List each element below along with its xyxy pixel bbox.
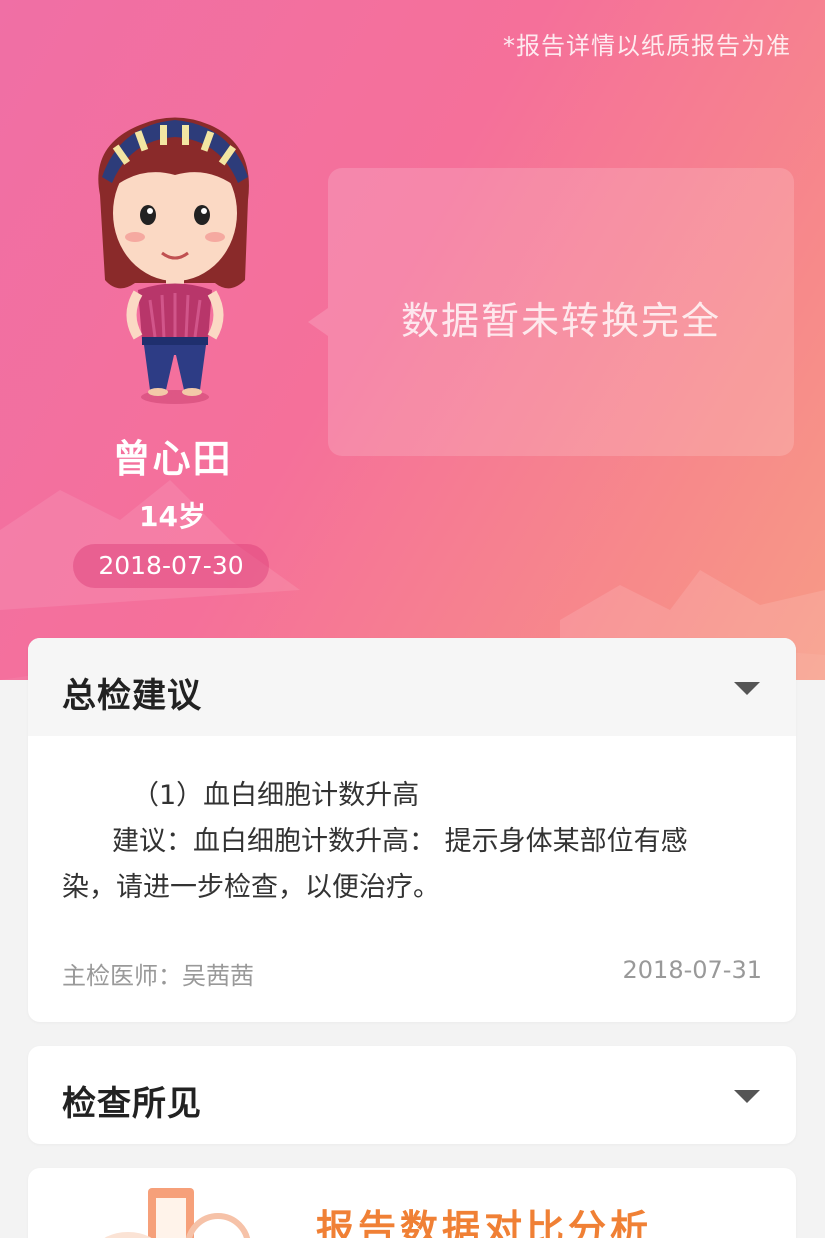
finding-advice-line: 建议：血白细胞计数升高： 提示身体某部位有感	[112, 826, 688, 857]
summary-advice-title: 总检建议	[62, 676, 202, 716]
chevron-down-icon[interactable]	[734, 1090, 760, 1103]
status-bubble: 数据暂未转换完全	[308, 168, 794, 456]
profile-header: *报告详情以纸质报告为准 曾心田 14岁 2018-07-30 数据暂未转换完全	[0, 0, 825, 680]
chevron-down-icon[interactable]	[734, 682, 760, 695]
girl-avatar-icon	[98, 117, 249, 404]
advice-date: 2018-07-31	[622, 956, 762, 984]
paper-report-notice: *报告详情以纸质报告为准	[503, 32, 791, 60]
report-comparison-card[interactable]: 报告数据对比分析	[28, 1168, 796, 1238]
patient-name: 曾心田	[112, 437, 233, 481]
report-page: *报告详情以纸质报告为准 曾心田 14岁 2018-07-30 数据暂未转换完全…	[0, 0, 825, 1238]
finding-item-title: （1）血白细胞计数升高	[132, 780, 420, 811]
exam-date-badge: 2018-07-30	[73, 544, 269, 588]
exam-findings-card[interactable]: 检查所见	[28, 1046, 796, 1144]
report-comparison-title: 报告数据对比分析	[316, 1207, 653, 1238]
patient-age: 14岁	[139, 500, 206, 533]
summary-advice-card: 总检建议 （1）血白细胞计数升高 建议：血白细胞计数升高： 提示身体某部位有感 …	[28, 638, 796, 1022]
exam-findings-title: 检查所见	[62, 1084, 202, 1124]
summary-advice-content: （1）血白细胞计数升高 建议：血白细胞计数升高： 提示身体某部位有感 染，请进一…	[62, 773, 766, 911]
report-analysis-icon	[104, 1188, 251, 1238]
finding-advice-line: 染，请进一步检查，以便治疗。	[62, 872, 440, 903]
status-message: 数据暂未转换完全	[400, 299, 721, 343]
chief-doctor: 主检医师：吴茜茜	[62, 962, 254, 990]
summary-advice-header[interactable]: 总检建议	[28, 638, 796, 736]
